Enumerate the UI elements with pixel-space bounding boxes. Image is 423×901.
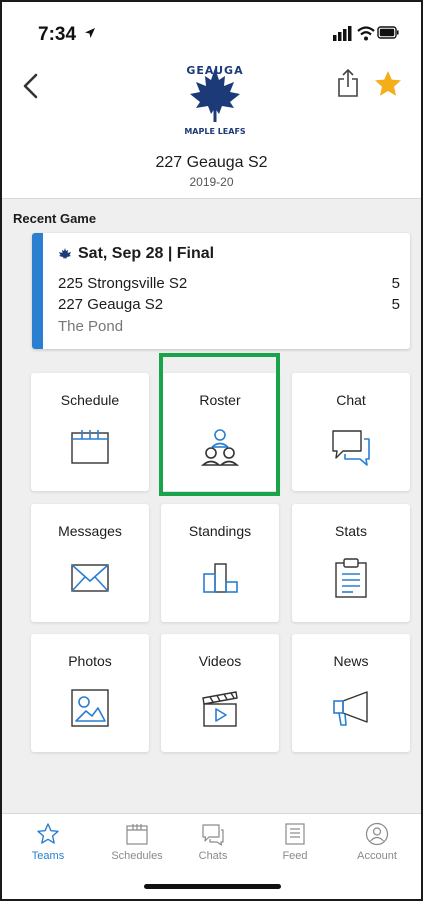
tile-messages[interactable]: Messages — [31, 504, 149, 622]
tile-label: Messages — [58, 523, 122, 539]
chat-bubbles-icon — [332, 430, 370, 466]
maple-leaf-icon — [59, 248, 71, 259]
back-chevron-icon[interactable] — [20, 72, 42, 100]
tile-chat[interactable]: Chat — [292, 373, 410, 491]
tile-stats[interactable]: Stats — [292, 504, 410, 622]
tab-bar: Teams Schedules Chats Feed Account — [2, 813, 421, 873]
game-card-accent — [32, 233, 43, 349]
wifi-icon — [357, 26, 375, 41]
calendar-icon — [126, 824, 148, 845]
tile-label: Chat — [336, 392, 366, 408]
tile-videos[interactable]: Videos — [161, 634, 279, 752]
status-time: 7:34 — [38, 24, 96, 46]
tile-label: Standings — [188, 523, 252, 539]
roster-people-icon — [200, 429, 240, 466]
podium-icon — [203, 563, 238, 593]
chat-icon — [202, 824, 224, 846]
game-date-status: Sat, Sep 28 | Final — [78, 245, 215, 262]
tile-standings[interactable]: Standings — [161, 504, 279, 622]
team-logo: GEAUGA MAPLE LEAFS — [184, 64, 246, 136]
calendar-icon — [71, 430, 109, 464]
feed-icon — [285, 823, 305, 845]
game-team-row: 225 Strongsville S2 5 — [58, 275, 400, 292]
tile-label: Photos — [68, 653, 112, 669]
team-season: 2019-20 — [189, 175, 234, 189]
account-icon — [365, 822, 389, 846]
recent-game-card[interactable]: Sat, Sep 28 | Final 225 Strongsville S2 … — [32, 233, 410, 349]
tile-photos[interactable]: Photos — [31, 634, 149, 752]
team-dashboard: Recent Game Sat, Sep 28 | Final 225 Stro… — [2, 198, 421, 813]
favorite-star-icon[interactable] — [373, 69, 403, 99]
game-date-row: Sat, Sep 28 | Final — [58, 245, 214, 263]
star-outline-icon — [37, 823, 59, 844]
tile-roster[interactable]: Roster — [161, 373, 279, 491]
status-icons — [333, 26, 399, 41]
tile-label: News — [333, 653, 369, 669]
tab-account[interactable]: Account — [337, 814, 417, 874]
logo-bottom-text: MAPLE LEAFS — [184, 127, 246, 136]
share-icon[interactable] — [336, 68, 360, 98]
team-name: 227 Geauga S2 — [155, 154, 268, 171]
game-team-score: 5 — [391, 275, 400, 292]
tile-label: Videos — [198, 653, 242, 669]
megaphone-icon — [333, 691, 368, 726]
game-team-name: 227 Geauga S2 — [58, 296, 164, 313]
tab-label: Feed — [282, 850, 308, 862]
game-team-name: 225 Strongsville S2 — [58, 275, 188, 292]
tab-feed[interactable]: Feed — [255, 814, 335, 874]
home-indicator[interactable] — [144, 884, 281, 889]
clapperboard-icon — [202, 691, 238, 727]
tab-schedules[interactable]: Schedules — [97, 814, 177, 874]
tab-label: Teams — [31, 850, 65, 862]
tab-label: Chats — [198, 850, 228, 862]
tile-news[interactable]: News — [292, 634, 410, 752]
game-venue: The Pond — [58, 318, 124, 335]
status-bar: 7:34 — [2, 2, 421, 54]
battery-icon — [377, 26, 399, 39]
tab-teams[interactable]: Teams — [8, 814, 88, 874]
tile-label: Stats — [335, 523, 367, 539]
location-arrow-icon — [85, 28, 96, 38]
phone-screen: 7:34 MAPLE LEAFS 227 Geauga S2 2019-20 R… — [0, 0, 423, 901]
clipboard-icon — [335, 558, 367, 598]
game-team-row: 227 Geauga S2 5 — [58, 296, 400, 313]
tile-label: Roster — [199, 392, 241, 408]
tab-label: Schedules — [111, 850, 163, 862]
tab-label: Account — [357, 850, 397, 862]
envelope-icon — [71, 564, 109, 592]
photo-icon — [71, 689, 109, 727]
recent-game-label: Recent Game — [13, 211, 97, 226]
tile-label: Schedule — [60, 392, 120, 408]
tab-chats[interactable]: Chats — [173, 814, 253, 874]
signal-icon — [333, 26, 352, 41]
tile-schedule[interactable]: Schedule — [31, 373, 149, 491]
game-team-score: 5 — [391, 296, 400, 313]
